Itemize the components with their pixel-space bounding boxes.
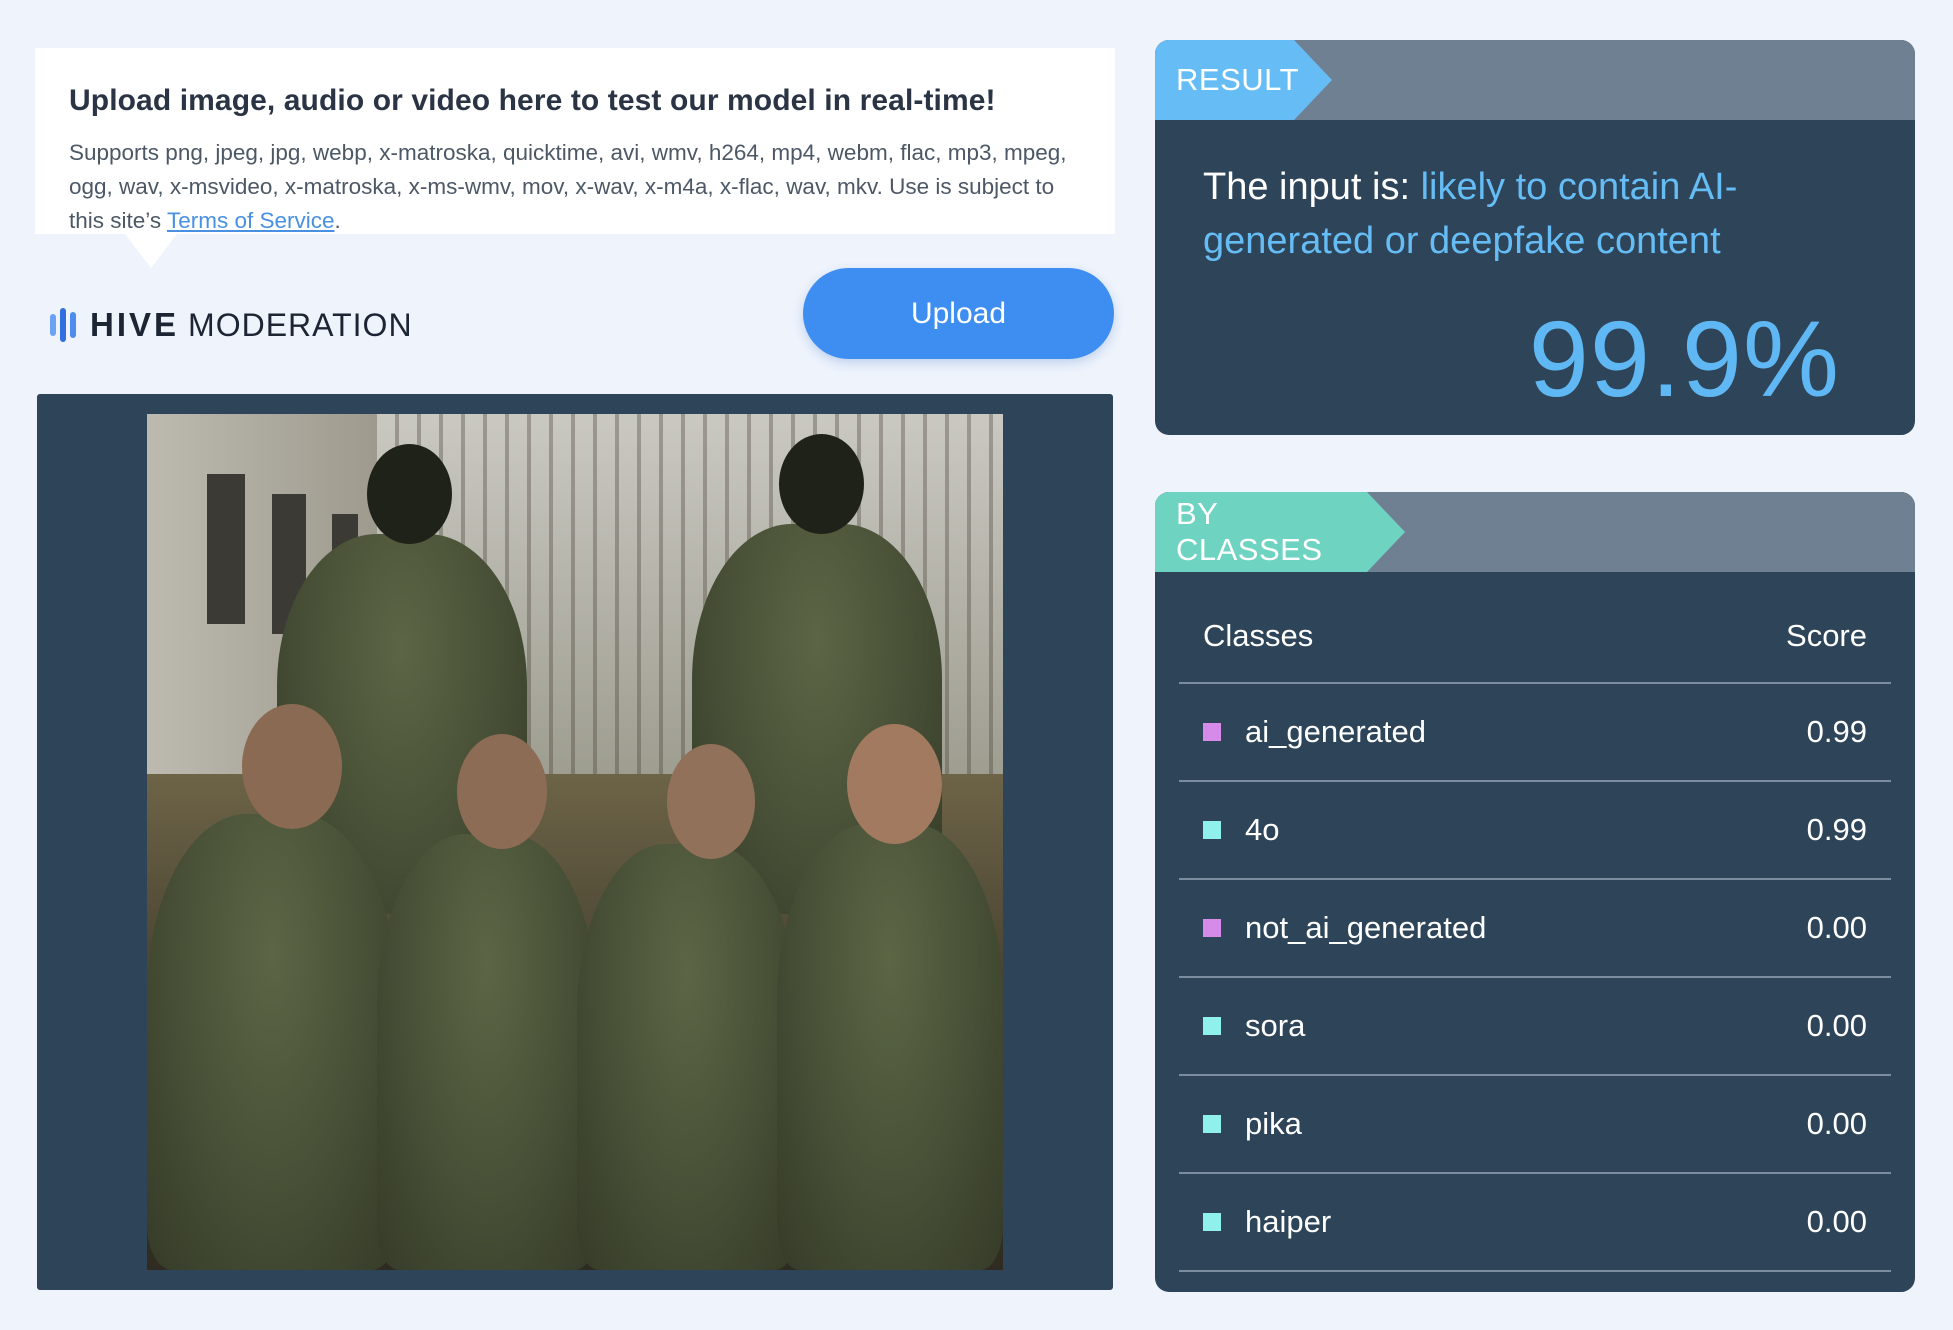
class-score: 0.00 [1806, 910, 1867, 945]
table-row: pika 0.00 [1179, 1076, 1891, 1174]
class-score: 0.00 [1806, 1008, 1867, 1043]
classes-table: Classes Score ai_generated 0.99 4o 0.99 … [1179, 590, 1891, 1272]
class-name: ai_generated [1245, 714, 1426, 749]
class-name: sora [1245, 1008, 1306, 1043]
class-color-swatch [1203, 1115, 1221, 1133]
logo-brand: HIVE [90, 306, 180, 343]
result-statement: The input is: likely to contain AI-gener… [1203, 160, 1843, 268]
table-row: haiper 0.00 [1179, 1174, 1891, 1272]
supported-formats-text: Supports png, jpeg, jpg, webp, x-matrosk… [69, 136, 1081, 238]
class-score: 0.00 [1806, 1204, 1867, 1239]
class-color-swatch [1203, 919, 1221, 937]
table-row: 4o 0.99 [1179, 782, 1891, 880]
uploaded-photo [147, 414, 1003, 1270]
table-row: not_ai_generated 0.00 [1179, 880, 1891, 978]
score-column-header: Score [1786, 618, 1867, 653]
terms-of-service-link[interactable]: Terms of Service [167, 208, 335, 233]
result-card: RESULT The input is: likely to contain A… [1155, 40, 1915, 435]
class-color-swatch [1203, 821, 1221, 839]
result-percentage: 99.9% [1528, 298, 1840, 419]
class-name: not_ai_generated [1245, 910, 1487, 945]
result-prefix: The input is: [1203, 166, 1421, 208]
classes-table-header: Classes Score [1179, 590, 1891, 684]
logo-product: MODERATION [188, 306, 413, 343]
upload-info-card: Upload image, audio or video here to tes… [35, 48, 1115, 268]
class-score: 0.99 [1806, 714, 1867, 749]
upload-title: Upload image, audio or video here to tes… [69, 84, 996, 117]
hive-moderation-logo[interactable]: HIVE MODERATION [50, 302, 413, 348]
classes-card: BY CLASSES Classes Score ai_generated 0.… [1155, 492, 1915, 1292]
uploaded-image-panel [37, 394, 1113, 1290]
classes-tag: BY CLASSES [1155, 492, 1405, 572]
class-score: 0.99 [1806, 812, 1867, 847]
upload-button[interactable]: Upload [803, 268, 1114, 359]
class-color-swatch [1203, 1017, 1221, 1035]
classes-column-header: Classes [1203, 618, 1314, 653]
class-color-swatch [1203, 1213, 1221, 1231]
class-name: 4o [1245, 812, 1280, 847]
sound-bars-icon [50, 308, 76, 342]
table-row: ai_generated 0.99 [1179, 684, 1891, 782]
supported-formats-suffix: . [334, 208, 341, 233]
class-name: haiper [1245, 1204, 1332, 1239]
table-row: sora 0.00 [1179, 978, 1891, 1076]
class-color-swatch [1203, 723, 1221, 741]
class-name: pika [1245, 1106, 1302, 1141]
class-score: 0.00 [1806, 1106, 1867, 1141]
